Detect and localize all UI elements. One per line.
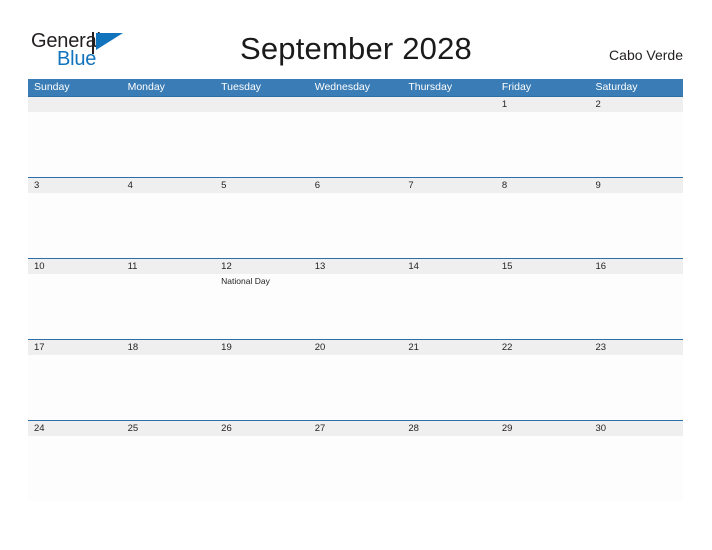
- day-number[interactable]: 29: [496, 421, 590, 436]
- week-date-band: 10 11 12 13 14 15 16: [28, 259, 683, 274]
- day-cell-with-event[interactable]: National Day: [215, 274, 309, 339]
- day-number[interactable]: 5: [215, 178, 309, 193]
- weekday-header-sunday: Sunday: [34, 81, 70, 93]
- calendar-week-row: 1 2: [28, 96, 683, 177]
- day-cell[interactable]: [122, 436, 216, 501]
- day-number[interactable]: 27: [309, 421, 403, 436]
- week-date-band: 1 2: [28, 97, 683, 112]
- day-number[interactable]: 24: [28, 421, 122, 436]
- country-label: Cabo Verde: [609, 47, 683, 63]
- day-cell[interactable]: [215, 193, 309, 258]
- week-date-band: 3 4 5 6 7 8 9: [28, 178, 683, 193]
- weekday-header-wednesday: Wednesday: [314, 81, 370, 93]
- week-event-band: [28, 112, 683, 177]
- day-number[interactable]: [309, 97, 403, 112]
- day-number[interactable]: [122, 97, 216, 112]
- day-cell[interactable]: [309, 436, 403, 501]
- day-cell[interactable]: [309, 193, 403, 258]
- day-cell[interactable]: [28, 274, 122, 339]
- day-number[interactable]: 13: [309, 259, 403, 274]
- day-cell[interactable]: [496, 112, 590, 177]
- day-number[interactable]: 16: [589, 259, 683, 274]
- day-cell[interactable]: [309, 355, 403, 420]
- day-number[interactable]: [28, 97, 122, 112]
- day-number[interactable]: 12: [215, 259, 309, 274]
- day-cell[interactable]: [589, 112, 683, 177]
- calendar-week-row: 10 11 12 13 14 15 16 National Day: [28, 258, 683, 339]
- day-number[interactable]: 3: [28, 178, 122, 193]
- day-number[interactable]: 11: [122, 259, 216, 274]
- day-cell[interactable]: [496, 436, 590, 501]
- day-cell[interactable]: [28, 355, 122, 420]
- weekday-header-row: Sunday Monday Tuesday Wednesday Thursday…: [28, 79, 683, 96]
- day-cell[interactable]: [402, 193, 496, 258]
- day-cell[interactable]: [215, 112, 309, 177]
- day-cell[interactable]: [122, 355, 216, 420]
- weekday-header-tuesday: Tuesday: [221, 81, 262, 93]
- page-header: General Blue September 2028 Cabo Verde: [0, 0, 712, 78]
- day-number[interactable]: 18: [122, 340, 216, 355]
- day-number[interactable]: 19: [215, 340, 309, 355]
- day-cell[interactable]: [402, 112, 496, 177]
- day-number[interactable]: 7: [402, 178, 496, 193]
- day-cell[interactable]: [589, 193, 683, 258]
- calendar-page: General Blue September 2028 Cabo Verde S…: [0, 0, 712, 550]
- day-number[interactable]: 17: [28, 340, 122, 355]
- day-cell[interactable]: [309, 274, 403, 339]
- calendar-grid: Sunday Monday Tuesday Wednesday Thursday…: [28, 79, 683, 501]
- day-number[interactable]: 21: [402, 340, 496, 355]
- day-cell[interactable]: [28, 436, 122, 501]
- weekday-header-thursday: Thursday: [408, 81, 453, 93]
- calendar-week-row: 24 25 26 27 28 29 30: [28, 420, 683, 501]
- calendar-week-row: 3 4 5 6 7 8 9: [28, 177, 683, 258]
- week-date-band: 17 18 19 20 21 22 23: [28, 340, 683, 355]
- day-cell[interactable]: [589, 436, 683, 501]
- day-number[interactable]: 23: [589, 340, 683, 355]
- day-cell[interactable]: [215, 436, 309, 501]
- week-event-band: [28, 436, 683, 501]
- calendar-week-row: 17 18 19 20 21 22 23: [28, 339, 683, 420]
- day-cell[interactable]: [402, 355, 496, 420]
- day-number[interactable]: 25: [122, 421, 216, 436]
- day-number[interactable]: 22: [496, 340, 590, 355]
- day-number[interactable]: 4: [122, 178, 216, 193]
- day-number[interactable]: [215, 97, 309, 112]
- day-number[interactable]: [402, 97, 496, 112]
- day-cell[interactable]: [122, 193, 216, 258]
- day-number[interactable]: 10: [28, 259, 122, 274]
- day-cell[interactable]: [122, 274, 216, 339]
- day-number[interactable]: 8: [496, 178, 590, 193]
- day-number[interactable]: 6: [309, 178, 403, 193]
- weekday-header-saturday: Saturday: [595, 81, 638, 93]
- day-number[interactable]: 20: [309, 340, 403, 355]
- day-cell[interactable]: [309, 112, 403, 177]
- day-cell[interactable]: [402, 436, 496, 501]
- week-event-band: [28, 355, 683, 420]
- day-number[interactable]: 1: [496, 97, 590, 112]
- day-cell[interactable]: [496, 274, 590, 339]
- week-date-band: 24 25 26 27 28 29 30: [28, 421, 683, 436]
- weekday-header-monday: Monday: [127, 81, 165, 93]
- day-cell[interactable]: [496, 355, 590, 420]
- day-number[interactable]: 14: [402, 259, 496, 274]
- page-title: September 2028: [239, 31, 472, 66]
- weekday-header-friday: Friday: [501, 81, 532, 93]
- week-event-band: [28, 193, 683, 258]
- day-cell[interactable]: [215, 355, 309, 420]
- day-cell[interactable]: [402, 274, 496, 339]
- day-cell[interactable]: [589, 355, 683, 420]
- day-cell[interactable]: [496, 193, 590, 258]
- day-cell[interactable]: [589, 274, 683, 339]
- day-number[interactable]: 26: [215, 421, 309, 436]
- day-number[interactable]: 9: [589, 178, 683, 193]
- day-number[interactable]: 2: [589, 97, 683, 112]
- day-number[interactable]: 15: [496, 259, 590, 274]
- day-number[interactable]: 30: [589, 421, 683, 436]
- day-cell[interactable]: [122, 112, 216, 177]
- day-event: National Day: [221, 276, 270, 286]
- day-cell[interactable]: [28, 193, 122, 258]
- day-cell[interactable]: [28, 112, 122, 177]
- day-number[interactable]: 28: [402, 421, 496, 436]
- week-event-band: National Day: [28, 274, 683, 339]
